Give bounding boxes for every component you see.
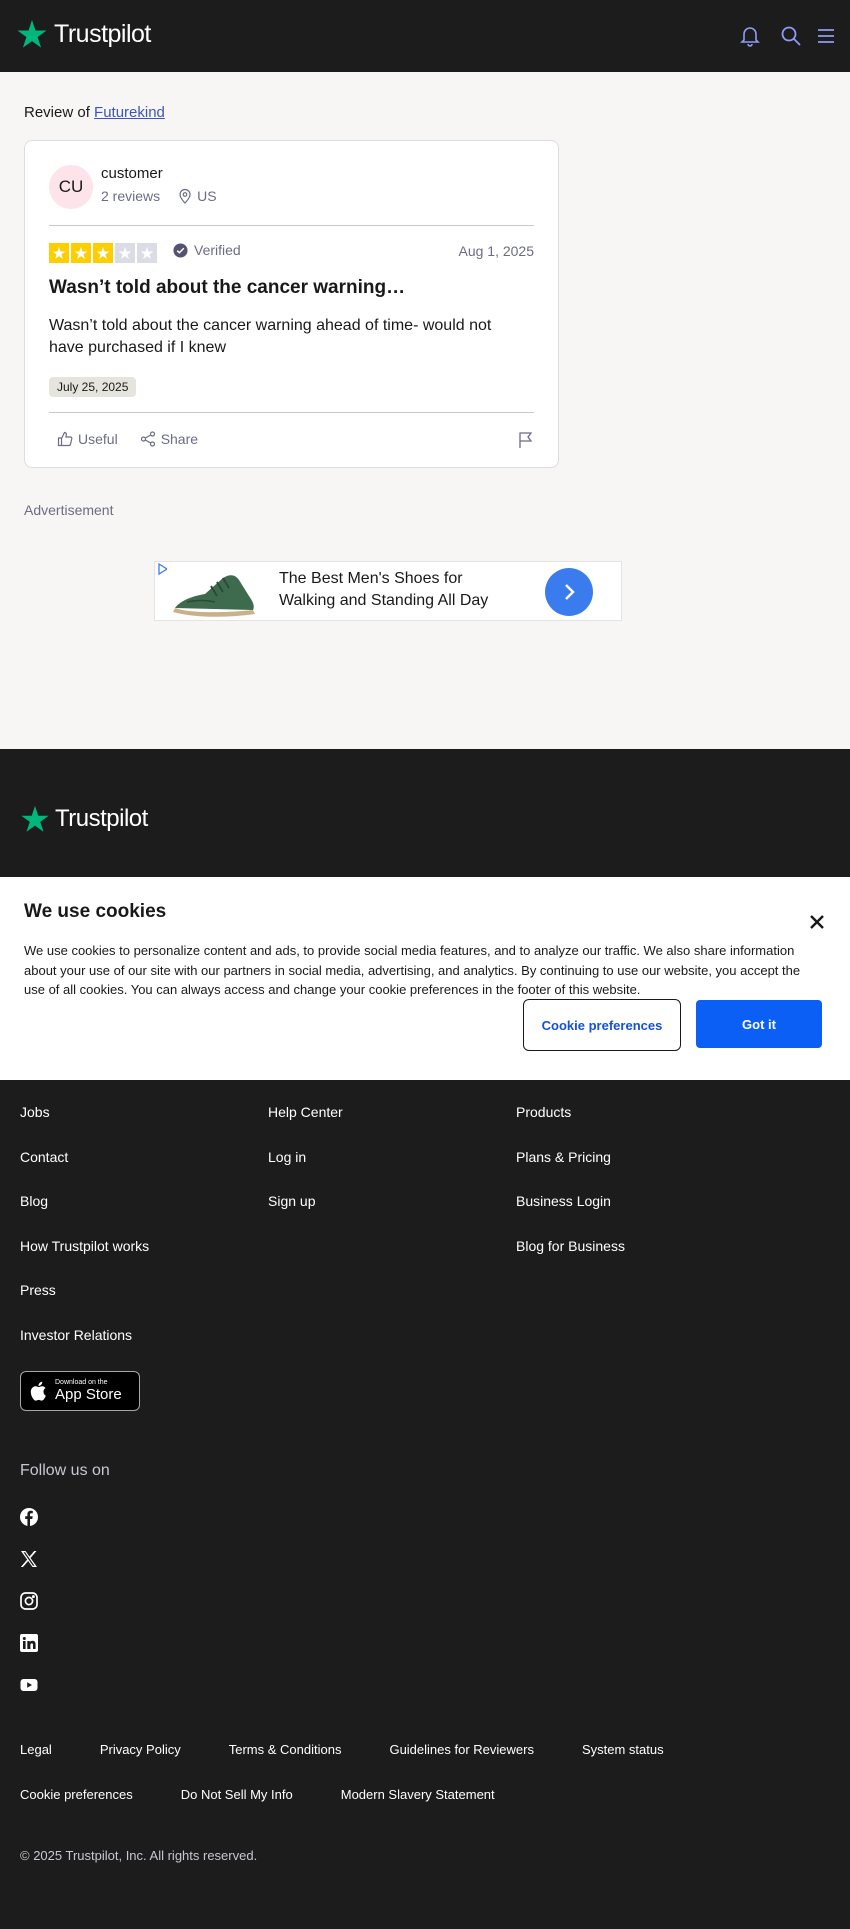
reviewer-name[interactable]: customer — [101, 165, 163, 182]
useful-button[interactable]: Useful — [57, 431, 118, 447]
review-actions: Useful Share — [57, 431, 198, 447]
got-it-button[interactable]: Got it — [696, 1000, 822, 1048]
review-date: Aug 1, 2025 — [458, 243, 534, 259]
bell-icon[interactable] — [738, 24, 762, 48]
share-label: Share — [160, 431, 199, 447]
footer-link-cookie-preferences[interactable]: Cookie preferences — [20, 1787, 133, 1802]
footer-link-jobs[interactable]: Jobs — [20, 1104, 149, 1149]
apple-icon — [30, 1381, 46, 1401]
youtube-icon[interactable] — [20, 1676, 38, 1694]
star-icon — [96, 246, 110, 259]
location-pin-icon — [179, 188, 191, 204]
footer-link-how-it-works[interactable]: How Trustpilot works — [20, 1238, 149, 1283]
flag-icon[interactable] — [518, 431, 534, 449]
footer-link-legal[interactable]: Legal — [20, 1742, 52, 1757]
footer-link-log-in[interactable]: Log in — [268, 1149, 343, 1194]
cookie-banner: We use cookies We use cookies to persona… — [0, 877, 850, 1080]
footer-trustpilot-logo[interactable]: Trustpilot — [20, 804, 148, 834]
footer-link-plans-pricing[interactable]: Plans & Pricing — [516, 1149, 625, 1194]
star-filled — [49, 243, 69, 263]
star-icon — [74, 246, 88, 259]
footer-link-do-not-sell[interactable]: Do Not Sell My Info — [181, 1787, 293, 1802]
close-icon[interactable] — [810, 915, 824, 929]
copyright: © 2025 Trustpilot, Inc. All rights reser… — [20, 1848, 258, 1863]
review-of-line: Review of Futurekind — [24, 104, 165, 121]
divider — [49, 412, 534, 413]
star-icon — [52, 246, 66, 259]
star-icon — [140, 246, 154, 259]
app-store-big: App Store — [55, 1386, 122, 1403]
experience-date: July 25, 2025 — [49, 377, 137, 397]
share-icon — [140, 431, 155, 447]
trustpilot-star-icon — [21, 805, 49, 832]
verified-badge[interactable]: Verified — [173, 242, 241, 258]
footer-column-business: Products Plans & Pricing Business Login … — [516, 1104, 625, 1282]
cookie-text: We use cookies to personalize content an… — [24, 943, 801, 997]
verified-label: Verified — [194, 242, 241, 258]
review-card: CU customer 2 reviews US Verified Aug 1,… — [24, 140, 559, 468]
follow-us-label: Follow us on — [20, 1462, 110, 1479]
review-of-prefix: Review of — [24, 104, 90, 121]
search-icon[interactable] — [779, 24, 803, 48]
legal-links-row-1: Legal Privacy Policy Terms & Conditions … — [20, 1742, 664, 1757]
footer-brand-name: Trustpilot — [55, 805, 148, 832]
app-store-text: Download on the App Store — [55, 1379, 122, 1403]
shoe-image — [167, 564, 263, 620]
footer-link-help-center[interactable]: Help Center — [268, 1104, 343, 1149]
useful-label: Useful — [78, 431, 118, 447]
footer-link-business-login[interactable]: Business Login — [516, 1193, 625, 1238]
footer-link-terms[interactable]: Terms & Conditions — [229, 1742, 342, 1757]
reviewer-meta: 2 reviews US — [101, 188, 217, 204]
footer-column-about: Jobs Contact Blog How Trustpilot works P… — [20, 1104, 149, 1371]
menu-icon[interactable] — [814, 24, 838, 48]
trustpilot-logo[interactable]: Trustpilot — [16, 18, 151, 50]
trustpilot-star-icon — [17, 20, 47, 48]
reviewer-country: US — [197, 188, 217, 204]
advertisement-banner[interactable]: The Best Men's Shoes for Walking and Sta… — [154, 561, 622, 621]
brand-name: Trustpilot — [54, 19, 151, 48]
footer-link-investor-relations[interactable]: Investor Relations — [20, 1327, 149, 1372]
cookie-title: We use cookies — [24, 901, 167, 922]
review-title: Wasn’t told about the cancer warning… — [49, 277, 406, 298]
footer-link-modern-slavery[interactable]: Modern Slavery Statement — [341, 1787, 495, 1802]
ad-headline: The Best Men's Shoes for Walking and Sta… — [279, 570, 489, 609]
cookie-preferences-button[interactable]: Cookie preferences — [523, 999, 681, 1051]
advertisement-label: Advertisement — [24, 502, 114, 518]
footer-link-blog-for-business[interactable]: Blog for Business — [516, 1238, 625, 1283]
main-content: Review of Futurekind CU customer 2 revie… — [0, 72, 850, 749]
reviewer-review-count: 2 reviews — [101, 188, 161, 204]
check-circle-icon — [173, 242, 188, 258]
x-icon[interactable] — [20, 1550, 38, 1568]
site-header: Trustpilot — [0, 0, 850, 72]
footer-link-products[interactable]: Products — [516, 1104, 625, 1149]
footer-link-system-status[interactable]: System status — [582, 1742, 664, 1757]
star-empty — [137, 243, 157, 263]
avatar[interactable]: CU — [49, 165, 93, 209]
company-link[interactable]: Futurekind — [94, 104, 165, 121]
footer-link-press[interactable]: Press — [20, 1282, 149, 1327]
share-button[interactable]: Share — [140, 431, 198, 447]
footer-link-guidelines[interactable]: Guidelines for Reviewers — [389, 1742, 534, 1757]
linkedin-icon[interactable] — [20, 1634, 38, 1652]
divider — [49, 225, 534, 226]
star-empty — [115, 243, 135, 263]
footer-link-blog[interactable]: Blog — [20, 1193, 149, 1238]
footer-link-sign-up[interactable]: Sign up — [268, 1193, 343, 1238]
facebook-icon[interactable] — [20, 1508, 38, 1526]
footer-link-contact[interactable]: Contact — [20, 1149, 149, 1194]
footer-link-privacy-policy[interactable]: Privacy Policy — [100, 1742, 181, 1757]
star-filled — [93, 243, 113, 263]
footer-column-community: Help Center Log in Sign up — [268, 1104, 343, 1238]
star-filled — [71, 243, 91, 263]
star-rating — [49, 243, 157, 263]
app-store-badge[interactable]: Download on the App Store — [20, 1371, 140, 1411]
ad-arrow-button[interactable] — [545, 568, 593, 616]
star-icon — [118, 246, 132, 259]
review-body: Wasn’t told about the cancer warning ahe… — [49, 317, 492, 356]
thumbs-up-icon — [57, 431, 73, 447]
legal-links-row-2: Cookie preferences Do Not Sell My Info M… — [20, 1787, 495, 1802]
chevron-right-icon — [565, 584, 575, 600]
instagram-icon[interactable] — [20, 1592, 38, 1610]
reviewer-location: US — [178, 188, 217, 204]
